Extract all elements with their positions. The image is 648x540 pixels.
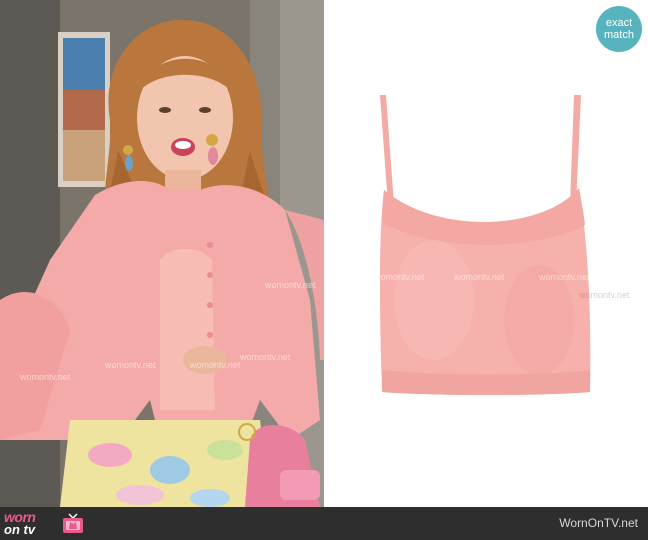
tv-still-photo: womontv.net womontv.net womontv.net womo…	[0, 0, 324, 507]
product-photo: exact match womontv.net womontv.net womo…	[324, 0, 648, 507]
badge-line-2: match	[604, 29, 634, 41]
crop-top-image	[379, 95, 591, 395]
page: womontv.net womontv.net womontv.net womo…	[0, 0, 648, 540]
tv-icon	[63, 513, 83, 533]
logo-text-on-tv: on tv	[4, 522, 36, 537]
footer-bar: worn on tv WornOnTV.net	[0, 507, 648, 540]
site-name-link[interactable]: WornOnTV.net	[559, 516, 638, 530]
tv-still-image	[0, 0, 324, 507]
wornontv-logo[interactable]: worn on tv	[4, 509, 84, 539]
badge-line-1: exact	[605, 17, 633, 29]
exact-match-badge[interactable]: exact match	[596, 6, 642, 52]
